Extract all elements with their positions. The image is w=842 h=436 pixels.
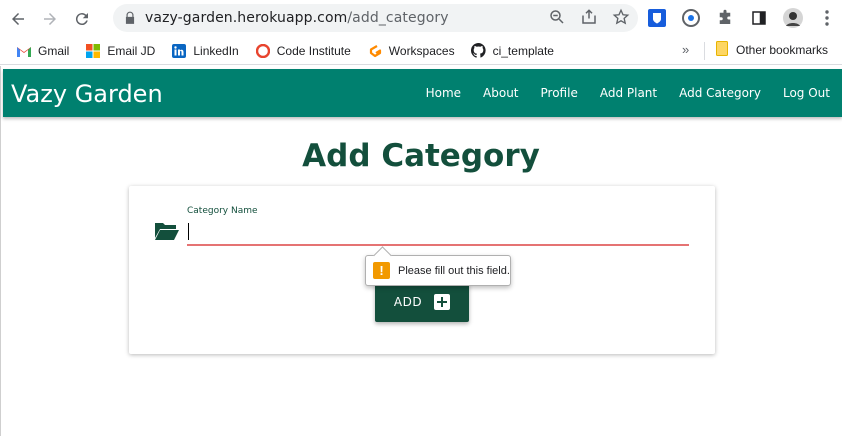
plus-square-icon	[434, 294, 451, 310]
nav-profile[interactable]: Profile	[541, 86, 578, 100]
nav-add-category[interactable]: Add Category	[679, 86, 761, 100]
more-bookmarks-chevron[interactable]: »	[682, 42, 689, 57]
page-left-edge	[0, 66, 3, 436]
folder-icon	[716, 41, 728, 59]
reload-icon[interactable]	[68, 5, 96, 33]
bookmark-email-jd[interactable]: Email JD	[85, 43, 155, 59]
extension-bitwarden-icon[interactable]	[646, 7, 668, 29]
warning-icon: !	[373, 262, 390, 279]
page-title: Add Category	[302, 138, 540, 174]
nav-home[interactable]: Home	[426, 86, 461, 100]
add-button[interactable]: ADD	[375, 282, 469, 322]
star-icon[interactable]	[612, 8, 630, 31]
bookmark-gmail[interactable]: Gmail	[16, 43, 69, 59]
lock-icon[interactable]	[123, 11, 137, 25]
side-panel-icon[interactable]	[748, 7, 770, 29]
extensions-puzzle-icon[interactable]	[714, 7, 736, 29]
folder-open-icon	[154, 220, 180, 242]
validation-message: Please fill out this field.	[398, 264, 510, 277]
nav-about[interactable]: About	[483, 86, 518, 100]
category-name-input[interactable]	[187, 220, 689, 246]
zoom-icon[interactable]	[548, 8, 566, 31]
microsoft-icon	[85, 43, 101, 59]
brand-logo[interactable]: Vazy Garden	[11, 80, 163, 108]
github-icon	[471, 43, 487, 59]
share-icon[interactable]	[580, 8, 598, 31]
linkedin-icon	[171, 43, 187, 59]
url-text: vazy-garden.herokuapp.com/add_category	[145, 10, 449, 26]
text-cursor	[188, 223, 189, 240]
other-bookmarks-folder[interactable]: Other bookmarks	[716, 41, 828, 59]
bookmark-code-institute[interactable]: Code Institute	[255, 43, 351, 59]
forward-icon[interactable]	[36, 5, 64, 33]
nav-log-out[interactable]: Log Out	[783, 86, 830, 100]
bookmark-linkedin[interactable]: LinkedIn	[171, 43, 239, 59]
nav-add-plant[interactable]: Add Plant	[600, 86, 657, 100]
site-navbar: Vazy Garden Home About Profile Add Plant…	[3, 69, 842, 117]
bookmark-workspaces[interactable]: Workspaces	[367, 43, 455, 59]
code-institute-icon	[255, 43, 271, 59]
address-bar[interactable]: vazy-garden.herokuapp.com/add_category	[113, 4, 638, 32]
back-icon[interactable]	[4, 5, 32, 33]
category-name-label: Category Name	[187, 206, 258, 216]
gmail-icon	[16, 43, 32, 59]
validation-tooltip: ! Please fill out this field.	[365, 255, 511, 286]
bookmark-divider	[704, 42, 705, 60]
menu-kebab-icon[interactable]	[816, 7, 838, 29]
profile-avatar[interactable]	[782, 7, 804, 29]
extension-privacy-icon[interactable]	[680, 7, 702, 29]
nav-links: Home About Profile Add Plant Add Categor…	[426, 69, 830, 117]
bookmark-ci-template[interactable]: ci_template	[471, 43, 554, 59]
gitpod-icon	[367, 43, 383, 59]
